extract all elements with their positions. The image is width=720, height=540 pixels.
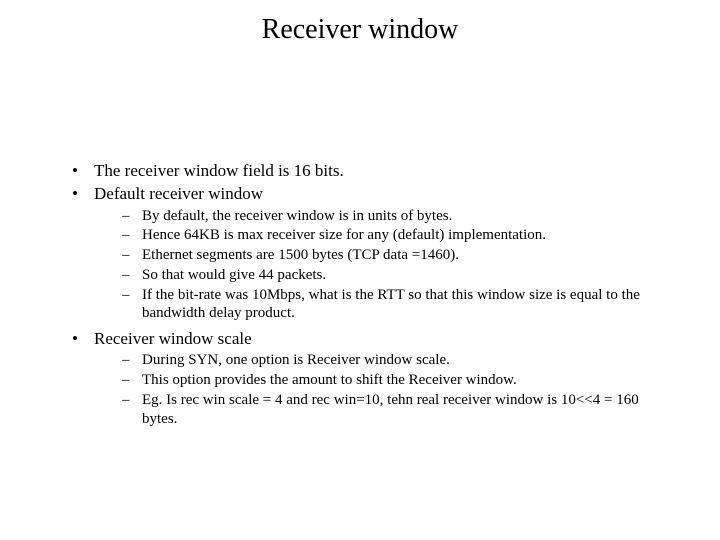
sub-bullet-item: This option provides the amount to shift… bbox=[122, 371, 672, 390]
sub-bullet-item: By default, the receiver window is in un… bbox=[122, 207, 672, 226]
sub-bullet-list: By default, the receiver window is in un… bbox=[94, 205, 672, 327]
slide-title: Receiver window bbox=[0, 14, 720, 46]
sub-bullet-text: Eg. Is rec win scale = 4 and rec win=10,… bbox=[142, 392, 639, 427]
sub-bullet-text: By default, the receiver window is in un… bbox=[142, 208, 452, 224]
sub-bullet-text: During SYN, one option is Receiver windo… bbox=[142, 352, 450, 368]
sub-bullet-item: Hence 64KB is max receiver size for any … bbox=[122, 226, 672, 245]
bullet-item: Default receiver window By default, the … bbox=[72, 183, 672, 326]
sub-bullet-text: Ethernet segments are 1500 bytes (TCP da… bbox=[142, 247, 459, 263]
slide: Receiver window The receiver window fiel… bbox=[0, 0, 720, 540]
bullet-text: Receiver window scale bbox=[94, 329, 252, 348]
sub-bullet-item: If the bit-rate was 10Mbps, what is the … bbox=[122, 286, 672, 324]
sub-bullet-item: Ethernet segments are 1500 bytes (TCP da… bbox=[122, 246, 672, 265]
sub-bullet-list: During SYN, one option is Receiver windo… bbox=[94, 349, 672, 431]
bullet-item: Receiver window scale During SYN, one op… bbox=[72, 328, 672, 431]
sub-bullet-text: Hence 64KB is max receiver size for any … bbox=[142, 227, 546, 243]
sub-bullet-text: So that would give 44 packets. bbox=[142, 267, 326, 283]
sub-bullet-text: If the bit-rate was 10Mbps, what is the … bbox=[142, 287, 640, 322]
slide-body: The receiver window field is 16 bits. De… bbox=[72, 160, 672, 433]
sub-bullet-item: During SYN, one option is Receiver windo… bbox=[122, 351, 672, 370]
bullet-text: The receiver window field is 16 bits. bbox=[94, 161, 344, 180]
bullet-list: The receiver window field is 16 bits. De… bbox=[72, 160, 672, 431]
sub-bullet-item: Eg. Is rec win scale = 4 and rec win=10,… bbox=[122, 391, 672, 429]
bullet-item: The receiver window field is 16 bits. bbox=[72, 160, 672, 181]
sub-bullet-item: So that would give 44 packets. bbox=[122, 266, 672, 285]
sub-bullet-text: This option provides the amount to shift… bbox=[142, 372, 517, 388]
bullet-text: Default receiver window bbox=[94, 184, 263, 203]
